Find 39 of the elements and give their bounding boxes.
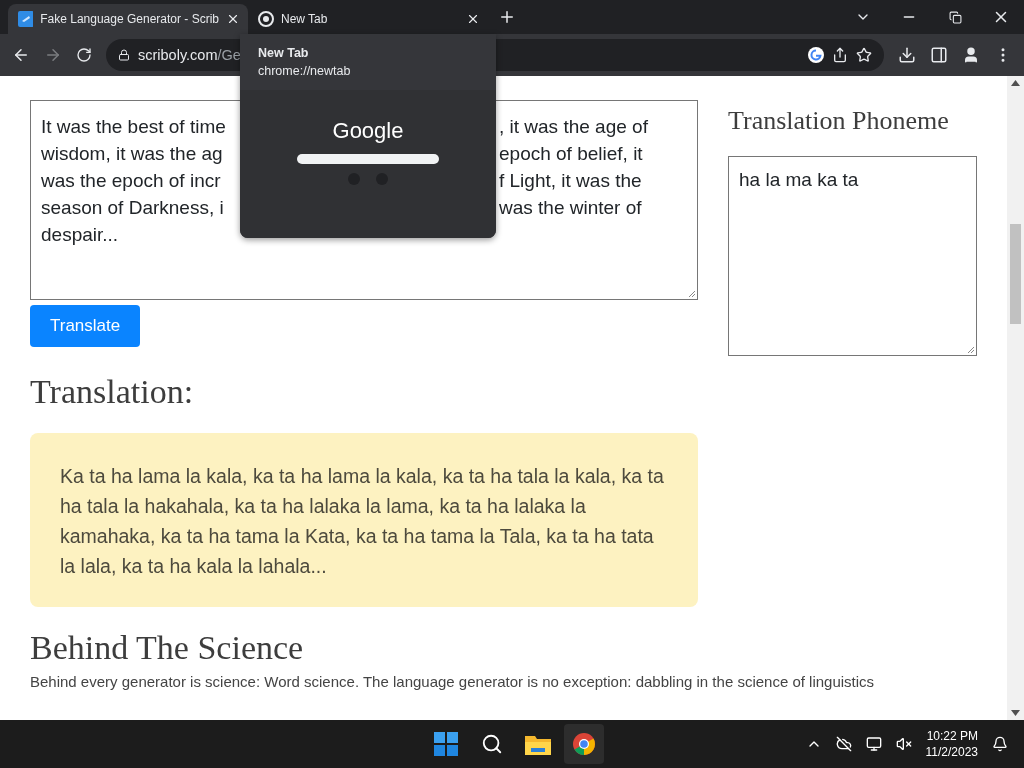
download-icon[interactable] bbox=[898, 46, 916, 64]
close-icon[interactable] bbox=[466, 12, 480, 26]
translation-text: Ka ta ha lama la kala, ka ta ha lama la kala, ka ta ha tala la kala, ka ta ha tala la hakahala, ka ta ha lalaka la lama, ka ta ha lalaka la kamahaka, ka ta ha tama la Kata, ka ta ha tama la Tala, ka ta ha tata la lala, ka ta ha kala la lahala... bbox=[30, 433, 698, 607]
forward-icon[interactable] bbox=[44, 46, 62, 64]
resize-grip-icon[interactable] bbox=[967, 346, 975, 354]
lock-icon bbox=[118, 49, 130, 61]
section-heading: Translation: bbox=[30, 373, 195, 411]
reload-icon[interactable] bbox=[76, 47, 92, 63]
section-heading: Translation Phoneme bbox=[728, 106, 950, 136]
browser-tab[interactable]: New Tab bbox=[248, 4, 488, 34]
clock[interactable]: 10:22 PM 11/2/2023 bbox=[925, 728, 978, 760]
back-icon[interactable] bbox=[12, 46, 30, 64]
logo-text: Google bbox=[332, 118, 404, 144]
star-icon[interactable] bbox=[856, 47, 872, 63]
monitor-icon[interactable] bbox=[865, 736, 882, 752]
scrollbar-thumb[interactable] bbox=[1010, 224, 1021, 324]
site-icon bbox=[18, 11, 34, 27]
paragraph-text: Behind every generator is science: Word science. The language generator is no exception: dabbling in the science of linguistics bbox=[30, 673, 875, 691]
cloud-off-icon[interactable] bbox=[835, 736, 852, 752]
scroll-down-icon[interactable] bbox=[1011, 710, 1020, 716]
resize-grip-icon[interactable] bbox=[688, 290, 696, 298]
chrome-icon[interactable] bbox=[564, 724, 604, 764]
share-icon[interactable] bbox=[832, 47, 848, 63]
mute-icon[interactable] bbox=[895, 736, 912, 752]
google-icon[interactable] bbox=[808, 47, 824, 63]
side-panel-icon[interactable] bbox=[930, 46, 948, 64]
phoneme-field[interactable]: ha la ma ka ta bbox=[728, 156, 977, 356]
translate-button[interactable]: Translate bbox=[30, 305, 141, 347]
section-heading: Behind The Science bbox=[30, 629, 305, 667]
scrollbar[interactable] bbox=[1007, 76, 1024, 720]
card-title: New Tab bbox=[258, 46, 310, 60]
bell-icon[interactable] bbox=[992, 736, 1008, 752]
card-url: chrome://newtab bbox=[258, 64, 352, 78]
new-tab-icon[interactable] bbox=[498, 8, 516, 26]
browser-tab[interactable]: Fake Language Generator - Scrib bbox=[8, 4, 248, 34]
close-icon[interactable] bbox=[226, 12, 240, 26]
profile-icon[interactable] bbox=[962, 46, 980, 64]
scroll-up-icon[interactable] bbox=[1011, 80, 1020, 86]
chrome-icon bbox=[258, 11, 274, 27]
